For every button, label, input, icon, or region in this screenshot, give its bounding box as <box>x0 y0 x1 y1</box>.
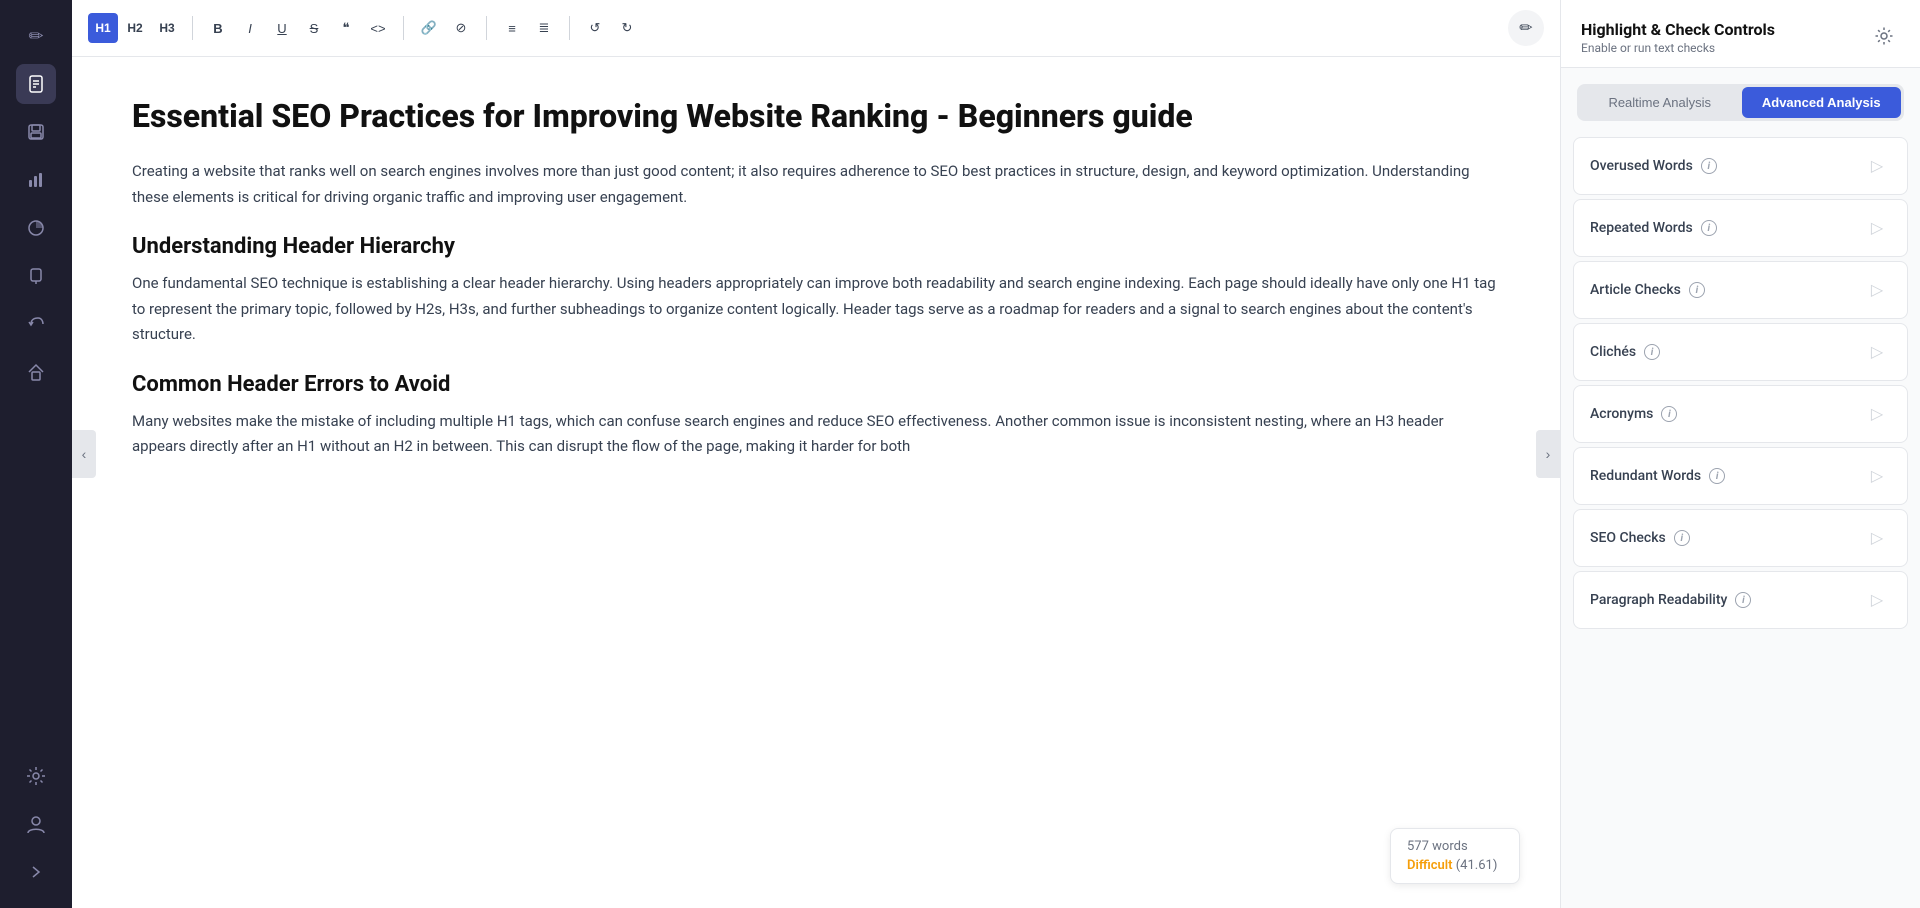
heading-group: H1 H2 H3 <box>88 13 182 43</box>
check-item-seo[interactable]: SEO Checks i ▷ <box>1573 509 1908 567</box>
list-group: ≡ ≣ <box>497 13 559 43</box>
panel-subtitle: Enable or run text checks <box>1581 41 1775 55</box>
link-button[interactable]: 🔗 <box>414 13 444 43</box>
check-item-repeated[interactable]: Repeated Words i ▷ <box>1573 199 1908 257</box>
divider-2 <box>403 16 404 40</box>
check-item-acronyms[interactable]: Acronyms i ▷ <box>1573 385 1908 443</box>
code-button[interactable]: <> <box>363 13 393 43</box>
panel-title: Highlight & Check Controls <box>1581 20 1775 39</box>
panel-header-text: Highlight & Check Controls Enable or run… <box>1581 20 1775 55</box>
paragraph-readability-label: Paragraph Readability <box>1590 592 1727 608</box>
redundant-words-run-button[interactable]: ▷ <box>1863 462 1891 490</box>
article-checks-run-button[interactable]: ▷ <box>1863 276 1891 304</box>
sidebar-icon-arrow[interactable] <box>16 852 56 892</box>
heading-errors: Common Header Errors to Avoid <box>132 372 1500 397</box>
sidebar-icon-chart[interactable] <box>16 160 56 200</box>
tab-advanced[interactable]: Advanced Analysis <box>1742 87 1902 118</box>
undo-button[interactable]: ↺ <box>580 13 610 43</box>
sidebar-icon-user[interactable] <box>16 804 56 844</box>
pencil-edit-button[interactable]: ✏ <box>1508 10 1544 46</box>
sidebar-icon-undo[interactable] <box>16 304 56 344</box>
bold-button[interactable]: B <box>203 13 233 43</box>
divider-4 <box>569 16 570 40</box>
toolbar-right: ✏ <box>1508 10 1544 46</box>
acronyms-run-button[interactable]: ▷ <box>1863 400 1891 428</box>
seo-checks-run-button[interactable]: ▷ <box>1863 524 1891 552</box>
sidebar-icon-home[interactable] <box>16 352 56 392</box>
repeated-words-label: Repeated Words <box>1590 220 1693 236</box>
difficulty-bar: Difficult (41.61) <box>1407 858 1503 873</box>
ordered-list-button[interactable]: ≣ <box>529 13 559 43</box>
overused-words-run-button[interactable]: ▷ <box>1863 152 1891 180</box>
history-group: ↺ ↻ <box>580 13 642 43</box>
sidebar-icon-document[interactable] <box>16 64 56 104</box>
redundant-words-info-icon[interactable]: i <box>1709 468 1725 484</box>
right-panel: Highlight & Check Controls Enable or run… <box>1560 0 1920 908</box>
check-list: Overused Words i ▷ Repeated Words i ▷ Ar… <box>1561 129 1920 637</box>
difficulty-label: Difficult <box>1407 858 1452 873</box>
overused-words-label: Overused Words <box>1590 158 1693 174</box>
seo-checks-label: SEO Checks <box>1590 530 1666 546</box>
collapse-left-button[interactable]: ‹ <box>72 430 96 478</box>
redundant-words-label: Redundant Words <box>1590 468 1701 484</box>
editor-area: H1 H2 H3 B I U S ❝ <> 🔗 ⊘ ≡ ≣ ↺ ↻ ✏ <box>72 0 1560 908</box>
article-checks-label: Article Checks <box>1590 282 1681 298</box>
format-group: B I U S ❝ <> <box>203 13 393 43</box>
cliches-info-icon[interactable]: i <box>1644 344 1660 360</box>
seo-checks-info-icon[interactable]: i <box>1674 530 1690 546</box>
acronyms-label: Acronyms <box>1590 406 1653 422</box>
check-item-article[interactable]: Article Checks i ▷ <box>1573 261 1908 319</box>
strikethrough-button[interactable]: S <box>299 13 329 43</box>
h3-button[interactable]: H3 <box>152 13 182 43</box>
quote-button[interactable]: ❝ <box>331 13 361 43</box>
heading-hierarchy: Understanding Header Hierarchy <box>132 234 1500 259</box>
paragraph-3: Many websites make the mistake of includ… <box>132 409 1500 460</box>
panel-header: Highlight & Check Controls Enable or run… <box>1561 0 1920 68</box>
h1-button[interactable]: H1 <box>88 13 118 43</box>
paragraph-readability-run-button[interactable]: ▷ <box>1863 586 1891 614</box>
sidebar-icon-edit[interactable]: ✏ <box>16 16 56 56</box>
divider-3 <box>486 16 487 40</box>
redo-button[interactable]: ↻ <box>612 13 642 43</box>
paragraph-readability-info-icon[interactable]: i <box>1735 592 1751 608</box>
unordered-list-button[interactable]: ≡ <box>497 13 527 43</box>
sidebar-icon-save[interactable] <box>16 112 56 152</box>
divider-1 <box>192 16 193 40</box>
editor-content[interactable]: Essential SEO Practices for Improving We… <box>72 57 1560 908</box>
sidebar: ✏ <box>0 0 72 908</box>
clear-format-button[interactable]: ⊘ <box>446 13 476 43</box>
analysis-tabs: Realtime Analysis Advanced Analysis <box>1577 84 1904 121</box>
sidebar-icon-settings[interactable] <box>16 756 56 796</box>
italic-button[interactable]: I <box>235 13 265 43</box>
check-item-readability[interactable]: Paragraph Readability i ▷ <box>1573 571 1908 629</box>
word-count: 577 words <box>1407 839 1503 854</box>
cliches-run-button[interactable]: ▷ <box>1863 338 1891 366</box>
overused-words-info-icon[interactable]: i <box>1701 158 1717 174</box>
sidebar-icon-pie[interactable] <box>16 208 56 248</box>
check-item-cliches[interactable]: Clichés i ▷ <box>1573 323 1908 381</box>
article-title: Essential SEO Practices for Improving We… <box>132 97 1500 135</box>
h2-button[interactable]: H2 <box>120 13 150 43</box>
repeated-words-info-icon[interactable]: i <box>1701 220 1717 236</box>
acronyms-info-icon[interactable]: i <box>1661 406 1677 422</box>
check-item-redundant[interactable]: Redundant Words i ▷ <box>1573 447 1908 505</box>
toolbar: H1 H2 H3 B I U S ❝ <> 🔗 ⊘ ≡ ≣ ↺ ↻ ✏ <box>72 0 1560 57</box>
insert-group: 🔗 ⊘ <box>414 13 476 43</box>
collapse-right-button[interactable]: › <box>1536 430 1560 478</box>
paragraph-2: One fundamental SEO technique is establi… <box>132 271 1500 348</box>
tab-realtime[interactable]: Realtime Analysis <box>1580 87 1740 118</box>
word-count-bar: 577 words Difficult (41.61) <box>1390 828 1520 884</box>
paragraph-1: Creating a website that ranks well on se… <box>132 159 1500 210</box>
sidebar-icon-marker[interactable] <box>16 256 56 296</box>
cliches-label: Clichés <box>1590 344 1636 360</box>
panel-settings-button[interactable] <box>1868 20 1900 52</box>
article-checks-info-icon[interactable]: i <box>1689 282 1705 298</box>
repeated-words-run-button[interactable]: ▷ <box>1863 214 1891 242</box>
difficulty-score: (41.61) <box>1456 858 1498 873</box>
underline-button[interactable]: U <box>267 13 297 43</box>
check-item-overused[interactable]: Overused Words i ▷ <box>1573 137 1908 195</box>
